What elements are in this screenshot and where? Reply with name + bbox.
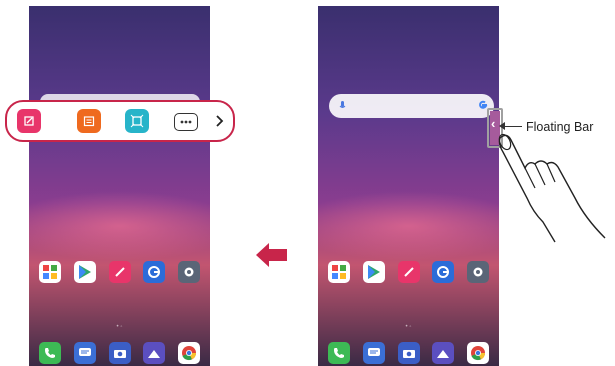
notes-icon[interactable] <box>397 261 420 283</box>
browser-icon[interactable] <box>143 261 166 283</box>
dock <box>328 342 489 364</box>
chevron-right-icon[interactable] <box>212 109 228 133</box>
dock <box>39 342 200 364</box>
play-store-icon[interactable] <box>73 261 96 283</box>
chrome-icon[interactable] <box>467 342 489 364</box>
page-indicator: • ◦ <box>116 324 123 330</box>
qmemo-icon[interactable] <box>17 109 41 133</box>
calendar-icon[interactable] <box>77 109 101 133</box>
floating-bar-panel <box>5 100 235 142</box>
notes-icon[interactable] <box>108 261 131 283</box>
more-icon[interactable] <box>174 113 198 131</box>
wallpaper-glow <box>318 191 499 261</box>
messages-icon[interactable] <box>362 342 385 364</box>
home-screen-left: • ◦ <box>29 6 210 366</box>
wallpaper-glow <box>29 191 210 261</box>
screen-capture-icon[interactable] <box>125 109 149 133</box>
browser-icon[interactable] <box>432 261 455 283</box>
chevron-left-icon: ‹ <box>491 116 496 131</box>
home-screen-right: • ◦ <box>318 6 499 366</box>
app-row <box>39 261 200 283</box>
chrome-icon[interactable] <box>178 342 200 364</box>
page-indicator: • ◦ <box>405 324 412 330</box>
folder-icon[interactable] <box>328 261 350 283</box>
gallery-icon[interactable] <box>143 342 166 364</box>
transition-arrow-icon <box>256 243 287 267</box>
folder-icon[interactable] <box>39 261 61 283</box>
gallery-icon[interactable] <box>432 342 455 364</box>
camera-icon[interactable] <box>108 342 131 364</box>
app-row <box>328 261 489 283</box>
search-widget[interactable] <box>329 94 494 118</box>
settings-icon[interactable] <box>178 261 200 283</box>
camera-icon[interactable] <box>397 342 420 364</box>
play-store-icon[interactable] <box>362 261 385 283</box>
phone-icon[interactable] <box>328 342 350 364</box>
hand-gesture-icon <box>498 133 606 243</box>
settings-icon[interactable] <box>467 261 489 283</box>
phone-icon[interactable] <box>39 342 61 364</box>
messages-icon[interactable] <box>73 342 96 364</box>
callout-line <box>504 126 522 127</box>
microphone-icon[interactable] <box>339 101 346 111</box>
